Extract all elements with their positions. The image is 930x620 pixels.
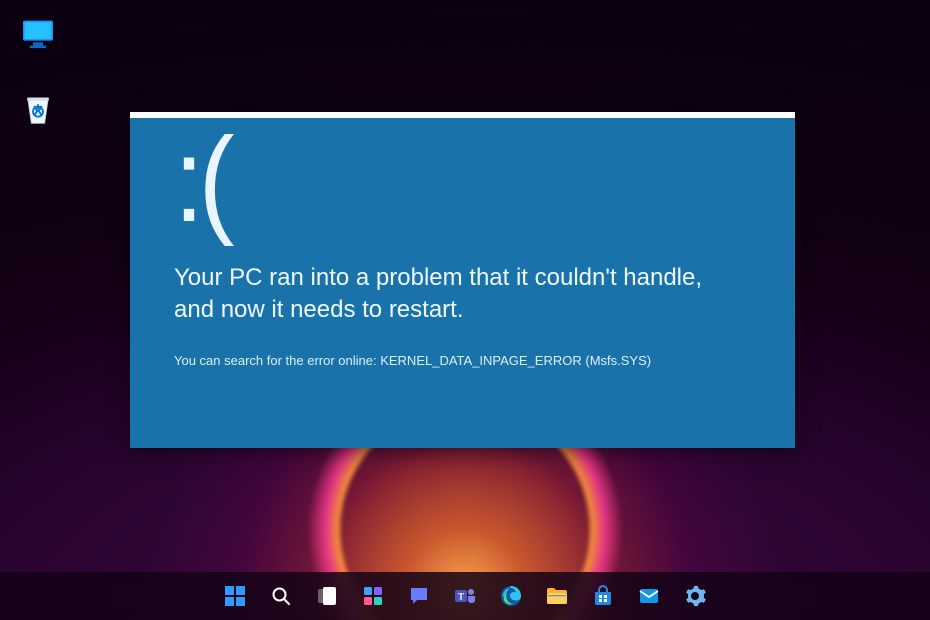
taskbar-mail-button[interactable] bbox=[629, 576, 669, 616]
edge-icon bbox=[499, 584, 523, 608]
teams-icon: T bbox=[453, 584, 477, 608]
svg-text:T: T bbox=[458, 592, 464, 602]
task-view-icon bbox=[315, 584, 339, 608]
taskbar-store-button[interactable] bbox=[583, 576, 623, 616]
bsod-message: Your PC ran into a problem that it could… bbox=[174, 262, 734, 327]
desktop-icons bbox=[14, 10, 62, 134]
taskbar: T bbox=[0, 572, 930, 620]
taskbar-start-button[interactable] bbox=[215, 576, 255, 616]
widgets-icon bbox=[361, 584, 385, 608]
bsod-overlay: :( Your PC ran into a problem that it co… bbox=[130, 112, 795, 448]
taskbar-file-explorer-button[interactable] bbox=[537, 576, 577, 616]
taskbar-chat-button[interactable] bbox=[399, 576, 439, 616]
bsod-error-hint: You can search for the error online: KER… bbox=[174, 353, 755, 368]
search-icon bbox=[269, 584, 293, 608]
taskbar-settings-button[interactable] bbox=[675, 576, 715, 616]
mail-icon bbox=[637, 584, 661, 608]
chat-icon bbox=[407, 584, 431, 608]
desktop-icon-recycle-bin[interactable] bbox=[14, 86, 62, 134]
taskbar-search-button[interactable] bbox=[261, 576, 301, 616]
bsod-sad-face: :( bbox=[174, 132, 697, 228]
recycle-bin-icon bbox=[18, 90, 58, 130]
taskbar-items: T bbox=[215, 576, 715, 616]
taskbar-edge-button[interactable] bbox=[491, 576, 531, 616]
taskbar-widgets-button[interactable] bbox=[353, 576, 393, 616]
store-icon bbox=[591, 584, 615, 608]
desktop-icon-this-pc[interactable] bbox=[14, 10, 62, 58]
taskbar-teams-button[interactable]: T bbox=[445, 576, 485, 616]
monitor-icon bbox=[18, 14, 58, 54]
windows-logo-icon bbox=[223, 584, 247, 608]
taskbar-task-view-button[interactable] bbox=[307, 576, 347, 616]
gear-icon bbox=[683, 584, 707, 608]
folder-icon bbox=[545, 584, 569, 608]
